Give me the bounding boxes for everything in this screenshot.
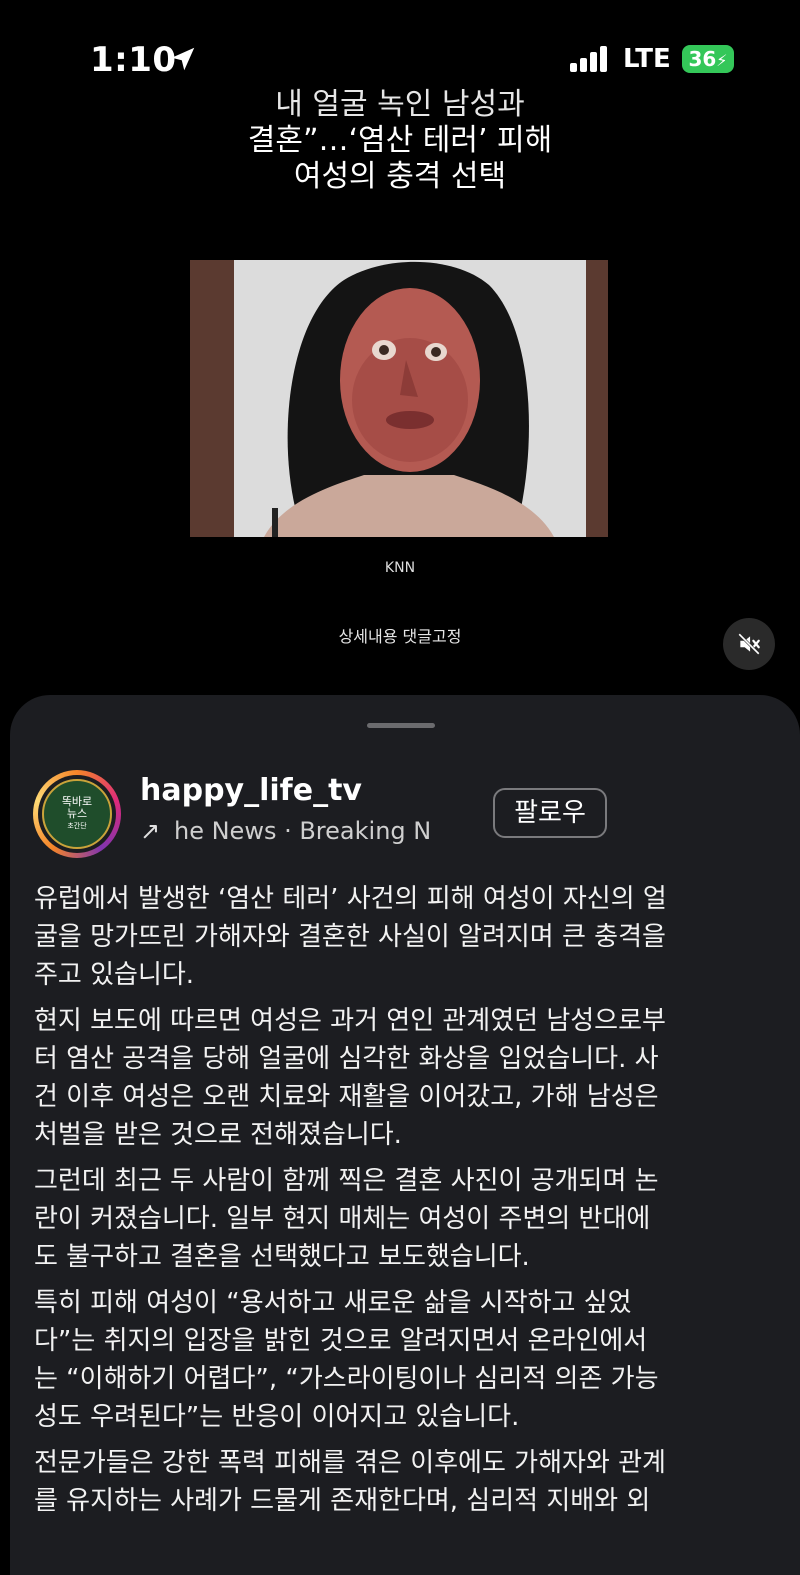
audio-track-label: he News · Breaking N [174,817,432,845]
caption-paragraph: 유럽에서 발생한 ‘염산 테러’ 사건의 피해 여성이 자신의 얼 굴을 망가뜨… [34,880,784,994]
charging-bolt-icon: ⚡ [716,51,728,70]
caption-line: 주고 있습니다. [34,960,195,990]
follow-button[interactable]: 팔로우 [493,788,607,838]
caption-line: 건 이후 여성은 오랜 치료와 재활을 이어갔고, 가해 남성은 [34,1082,659,1112]
arrow-up-right-icon: ↗ [140,817,161,845]
network-type: LTE [623,44,671,74]
caption-paragraph: 그런데 최근 두 사람이 함께 찍은 결혼 사진이 공개되며 논 란이 커졌습니… [34,1162,784,1276]
caption-line: 현지 보도에 따르면 여성은 과거 연인 관계였던 남성으로부 [34,1006,666,1036]
caption-line: 특히 피해 여성이 “용서하고 새로운 삶을 시작하고 싶었 [34,1288,632,1318]
sheet-grabber[interactable] [367,723,435,728]
headline-line: 내 얼굴 녹인 남성과 [275,87,525,122]
caption-line: 성도 우려된다”는 반응이 이어지고 있습니다. [34,1402,520,1432]
caption-line: 처벌을 받은 것으로 전해졌습니다. [34,1120,402,1150]
avatar-logo-line: 뉴스 [66,807,88,820]
caption-paragraph: 전문가들은 강한 폭력 피해를 겪은 이후에도 가해자와 관계 를 유지하는 사… [34,1444,784,1520]
avatar-logo: 똑바로 뉴스 초간단 [42,779,112,849]
headline-line: 결혼”…‘염산 테러’ 피해 [247,123,553,158]
status-time: 1:10 [90,40,177,80]
pinned-comment-note: 상세내용 댓글고정 [338,627,462,646]
photo-background [234,260,586,537]
caption-line: 다”는 취지의 입장을 밝힌 것으로 알려지면서 온라인에서 [34,1326,648,1356]
caption-paragraph: 현지 보도에 따르면 여성은 과거 연인 관계였던 남성으로부 터 염산 공격을… [34,1002,784,1154]
caption-line: 유럽에서 발생한 ‘염산 테러’ 사건의 피해 여성이 자신의 얼 [34,884,667,914]
battery-level: 36 [688,47,717,71]
news-photo [190,260,608,537]
speaker-muted-icon [738,633,760,655]
caption-sheet[interactable]: 똑바로 뉴스 초간단 happy_life_tv ↗ he News · Brea… [10,695,800,1575]
photo-caption: KNN [384,560,416,576]
caption-line: 터 염산 공격을 당해 얼굴에 심각한 화상을 입었습니다. 사 [34,1044,659,1074]
location-arrow-icon [171,47,195,71]
avatar-logo-line: 초간단 [67,822,87,830]
reel-video[interactable]: 내 얼굴 녹인 남성과 결혼”…‘염산 테러’ 피해 여성의 충격 선택 KNN… [0,87,800,695]
cellular-signal-icon [570,46,610,72]
audio-track[interactable]: ↗ he News · Breaking N [140,817,480,851]
account-username[interactable]: happy_life_tv [140,773,362,808]
caption-line: 전문가들은 강한 폭력 피해를 겪은 이후에도 가해자와 관계 [34,1448,666,1478]
caption-line: 란이 커졌습니다. 일부 현지 매체는 여성이 주변의 반대에 [34,1204,651,1234]
caption-line: 는 “이해하기 어렵다”, “가스라이팅이나 심리적 의존 가능 [34,1364,659,1394]
portrait-image [264,261,554,537]
video-headline: 내 얼굴 녹인 남성과 결혼”…‘염산 테러’ 피해 여성의 충격 선택 [150,87,650,195]
headline-line: 여성의 충격 선택 [293,159,507,194]
caption-paragraph: 특히 피해 여성이 “용서하고 새로운 삶을 시작하고 싶었 다”는 취지의 입… [34,1284,784,1436]
caption-line: 그런데 최근 두 사람이 함께 찍은 결혼 사진이 공개되며 논 [34,1166,659,1196]
caption-line: 도 불구하고 결혼을 선택했다고 보도했습니다. [34,1242,530,1272]
avatar-inner: 똑바로 뉴스 초간단 [38,775,116,853]
caption-body: 유럽에서 발생한 ‘염산 테러’ 사건의 피해 여성이 자신의 얼 굴을 망가뜨… [34,880,784,1528]
battery-indicator: 36⚡ [682,45,734,73]
mute-button[interactable] [723,618,775,670]
caption-line: 굴을 망가뜨린 가해자와 결혼한 사실이 알려지며 큰 충격을 [34,922,666,952]
profile-avatar[interactable]: 똑바로 뉴스 초간단 [33,770,121,858]
caption-line: 를 유지하는 사례가 드물게 존재한다며, 심리적 지배와 외 [34,1486,651,1516]
